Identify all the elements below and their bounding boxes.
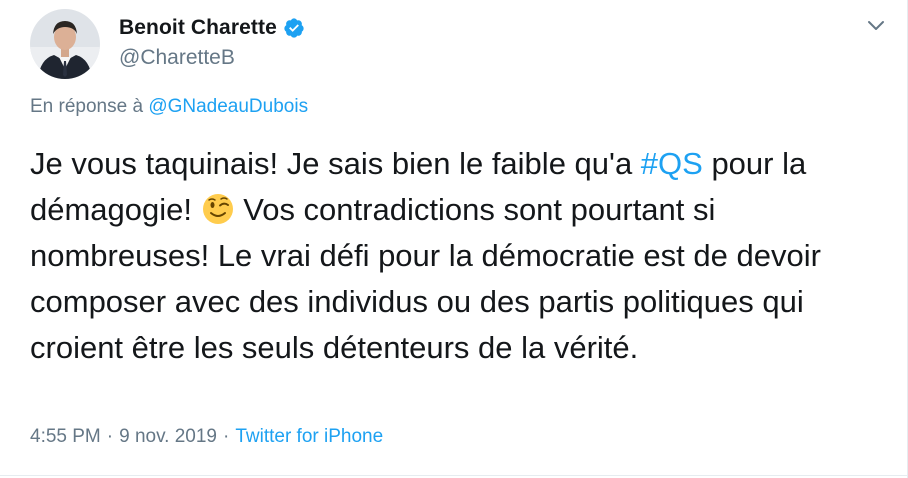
author-display-name[interactable]: Benoit Charette [119,16,277,40]
author-handle[interactable]: @CharetteB [119,46,305,70]
reply-context: En réponse à @GNadeauDubois [30,96,308,118]
tweet-source-link[interactable]: Twitter for iPhone [235,426,383,448]
tweet-header: Benoit Charette @CharetteB [30,9,305,79]
author-info: Benoit Charette @CharetteB [119,9,305,70]
tweet-text-part-1: Je vous taquinais! Je sais bien le faibl… [30,146,641,181]
chevron-down-icon[interactable] [865,14,887,36]
reply-prefix: En réponse à [30,96,144,117]
tweet-card: Benoit Charette @CharetteB En réponse à … [0,0,908,478]
tweet-text: Je vous taquinais! Je sais bien le faibl… [30,141,880,371]
reply-mention-link[interactable]: @GNadeauDubois [148,96,308,117]
avatar[interactable] [30,9,100,79]
meta-separator: · [106,426,114,447]
name-row: Benoit Charette [119,13,305,43]
tweet-meta: 4:55 PM · 9 nov. 2019 · Twitter for iPho… [30,426,383,448]
meta-separator-2: · [223,426,230,447]
tweet-date[interactable]: 9 nov. 2019 [119,426,217,448]
hashtag-link[interactable]: #QS [641,146,703,181]
winking-face-emoji-icon [201,192,235,226]
tweet-time[interactable]: 4:55 PM [30,426,101,448]
divider [0,475,907,476]
verified-badge-icon [283,17,305,39]
